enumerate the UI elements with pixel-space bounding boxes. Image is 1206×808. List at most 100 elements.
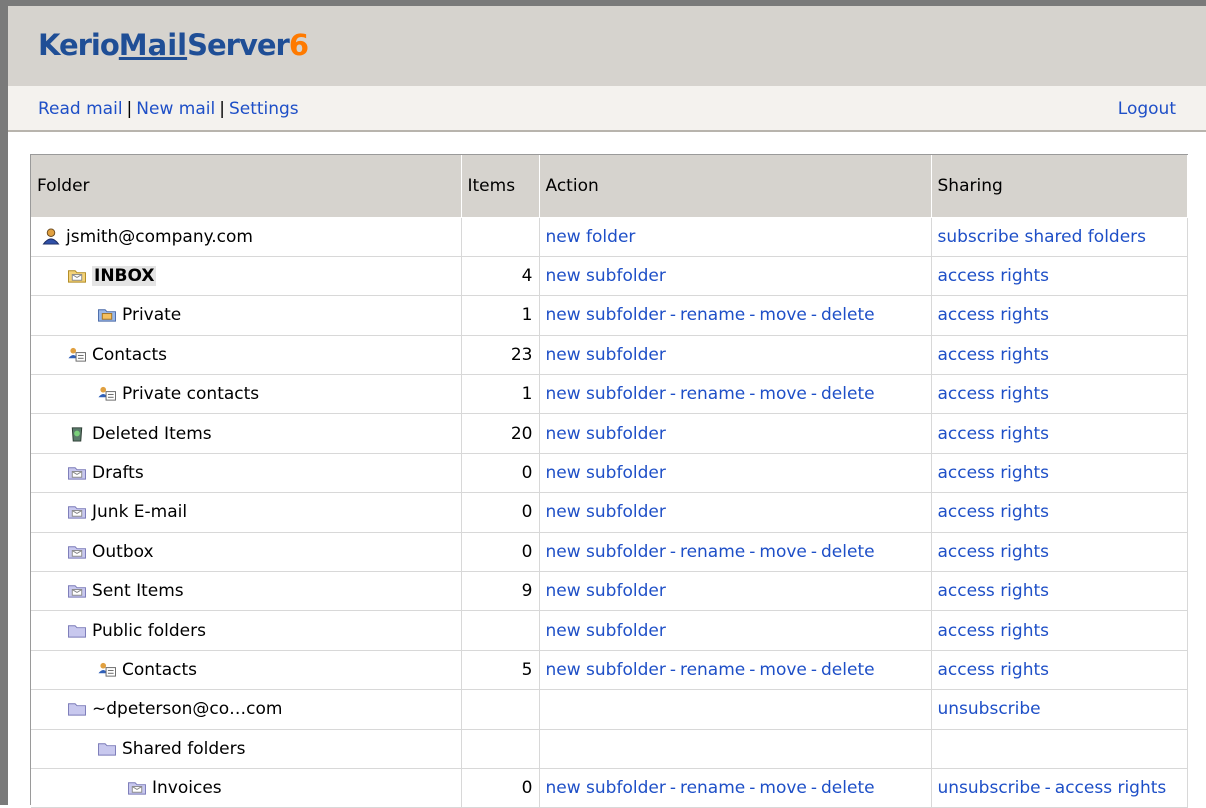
column-header-items[interactable]: Items	[461, 155, 540, 218]
new-subfolder-link[interactable]: new subfolder	[546, 778, 666, 798]
new-mail-link[interactable]: New mail	[136, 99, 215, 119]
move-link[interactable]: move	[759, 660, 806, 680]
action-cell: new subfolder	[539, 413, 932, 454]
mail-folder-icon	[68, 546, 86, 559]
delete-link[interactable]: delete	[821, 384, 875, 404]
main-nav: Read mail | New mail | Settings	[38, 99, 299, 119]
folder-name[interactable]: Outbox	[92, 542, 154, 562]
move-link[interactable]: move	[759, 305, 806, 325]
item-count: 0	[461, 453, 540, 494]
access-rights-link[interactable]: access rights	[938, 621, 1050, 641]
new-subfolder-link[interactable]: new subfolder	[546, 581, 666, 601]
table-row: Sent Items 9 new subfolder access rights	[31, 571, 1188, 612]
folder-cell: Sent Items	[31, 571, 462, 612]
table-row: Junk E-mail 0 new subfolder access right…	[31, 492, 1188, 533]
folder-name[interactable]: Drafts	[92, 463, 144, 483]
access-rights-link[interactable]: access rights	[938, 345, 1050, 365]
rename-link[interactable]: rename	[680, 384, 745, 404]
item-count: 9	[461, 571, 540, 612]
folder-name[interactable]: Sent Items	[92, 581, 184, 601]
column-header-folder[interactable]: Folder	[31, 155, 462, 218]
new-subfolder-link[interactable]: new subfolder	[546, 266, 666, 286]
new-folder-link[interactable]: new folder	[546, 227, 636, 247]
folder-name[interactable]: Junk E-mail	[92, 502, 187, 522]
sharing-cell	[931, 729, 1188, 769]
access-rights-link[interactable]: access rights	[938, 463, 1050, 483]
access-rights-link[interactable]: access rights	[938, 384, 1050, 404]
access-rights-link[interactable]: access rights	[938, 424, 1050, 444]
table-row: Private contacts 1 new subfolder - rename -…	[31, 374, 1188, 415]
access-rights-link[interactable]: access rights	[938, 305, 1050, 325]
folder-name[interactable]: Private contacts	[122, 384, 259, 404]
settings-link[interactable]: Settings	[229, 99, 299, 119]
delete-link[interactable]: delete	[821, 778, 875, 798]
rename-link[interactable]: rename	[680, 778, 745, 798]
new-subfolder-link[interactable]: new subfolder	[546, 345, 666, 365]
folder-name[interactable]: Public folders	[92, 621, 206, 641]
new-subfolder-link[interactable]: new subfolder	[546, 305, 666, 325]
action-cell: new subfolder - rename - move - delete	[539, 374, 932, 415]
window-frame-left	[0, 0, 8, 805]
move-link[interactable]: move	[759, 542, 806, 562]
sharing-cell: access rights	[931, 571, 1188, 612]
rename-link[interactable]: rename	[680, 660, 745, 680]
access-rights-link[interactable]: access rights	[938, 581, 1050, 601]
column-header-action: Action	[539, 155, 932, 218]
table-row: Public folders new subfolder access righ…	[31, 610, 1188, 651]
rename-link[interactable]: rename	[680, 305, 745, 325]
move-link[interactable]: move	[759, 778, 806, 798]
delete-link[interactable]: delete	[821, 542, 875, 562]
folder-cell: Contacts	[31, 650, 462, 691]
unsubscribe-link[interactable]: unsubscribe	[938, 699, 1041, 719]
read-mail-link[interactable]: Read mail	[38, 99, 123, 119]
folder-name[interactable]: jsmith@company.com	[66, 227, 253, 247]
delete-link[interactable]: delete	[821, 305, 875, 325]
access-rights-link[interactable]: access rights	[1055, 778, 1167, 798]
action-cell: new subfolder	[539, 453, 932, 494]
folder-name[interactable]: INBOX	[92, 266, 157, 287]
folder-icon	[68, 703, 86, 716]
new-subfolder-link[interactable]: new subfolder	[546, 660, 666, 680]
sharing-cell: access rights	[931, 453, 1188, 494]
folder-name[interactable]: Invoices	[152, 778, 222, 798]
access-rights-link[interactable]: access rights	[938, 542, 1050, 562]
action-cell: new subfolder - rename - move - delete	[539, 768, 932, 808]
table-row: ~dpeterson@co…com unsubscribe	[31, 689, 1188, 730]
unsubscribe-link[interactable]: unsubscribe	[938, 778, 1041, 798]
folder-cell: Invoices	[31, 768, 462, 808]
folder-cell: Junk E-mail	[31, 492, 462, 533]
logout-link[interactable]: Logout	[1118, 99, 1176, 119]
new-subfolder-link[interactable]: new subfolder	[546, 542, 666, 562]
folder-name[interactable]: Private	[122, 305, 181, 325]
new-subfolder-link[interactable]: new subfolder	[546, 502, 666, 522]
action-separator: -	[810, 384, 818, 405]
sharing-cell: access rights	[931, 374, 1188, 415]
folder-cell: Private contacts	[31, 374, 462, 415]
item-count: 5	[461, 650, 540, 691]
folder-table-container: Folder Items Action Sharing jsmith@compa…	[30, 154, 1188, 808]
rename-link[interactable]: rename	[680, 542, 745, 562]
access-rights-link[interactable]: access rights	[938, 660, 1050, 680]
folder-name[interactable]: Contacts	[122, 660, 197, 680]
access-rights-link[interactable]: access rights	[938, 266, 1050, 286]
move-link[interactable]: move	[759, 384, 806, 404]
sharing-cell: access rights	[931, 532, 1188, 573]
new-subfolder-link[interactable]: new subfolder	[546, 384, 666, 404]
access-rights-link[interactable]: access rights	[938, 502, 1050, 522]
contacts-icon	[68, 347, 86, 362]
item-count: 1	[461, 374, 540, 415]
subscribe-shared-folders-link[interactable]: subscribe shared folders	[938, 227, 1147, 247]
folder-name[interactable]: ~dpeterson@co…com	[92, 699, 283, 719]
folder-name[interactable]: Contacts	[92, 345, 167, 365]
action-cell: new subfolder - rename - move - delete	[539, 532, 932, 573]
item-count: 4	[461, 256, 540, 297]
table-row: INBOX 4 new subfolder access rights	[31, 256, 1188, 297]
new-subfolder-link[interactable]: new subfolder	[546, 621, 666, 641]
new-subfolder-link[interactable]: new subfolder	[546, 424, 666, 444]
new-subfolder-link[interactable]: new subfolder	[546, 463, 666, 483]
folder-name[interactable]: Shared folders	[122, 739, 245, 759]
folder-name[interactable]: Deleted Items	[92, 424, 212, 444]
mail-folder-icon	[68, 585, 86, 598]
table-row: Shared folders	[31, 729, 1188, 769]
delete-link[interactable]: delete	[821, 660, 875, 680]
